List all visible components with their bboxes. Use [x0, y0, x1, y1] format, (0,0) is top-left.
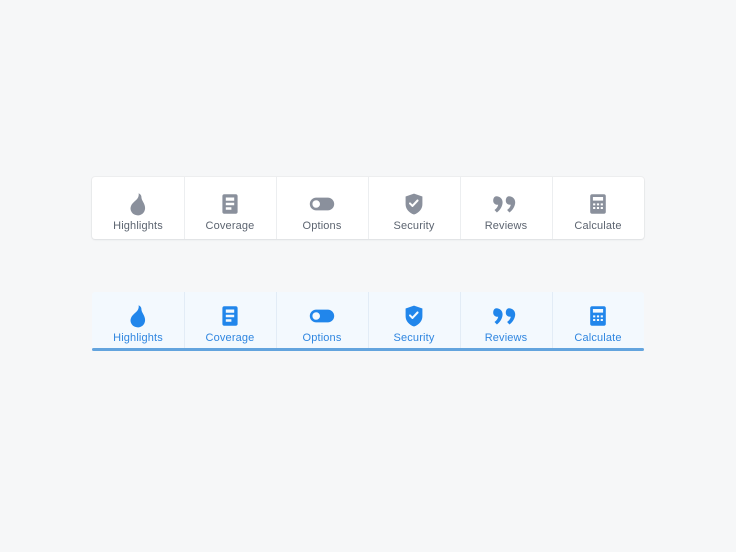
calculator-icon — [587, 189, 609, 219]
quote-marks-icon — [493, 301, 519, 331]
tab-highlights[interactable]: Highlights — [92, 177, 184, 239]
tab-security-active[interactable]: Security — [368, 292, 460, 348]
tab-label: Highlights — [113, 332, 163, 344]
tab-reviews-active[interactable]: Reviews — [460, 292, 552, 348]
toggle-switch-icon — [307, 189, 337, 219]
flame-icon — [127, 189, 149, 219]
tab-label: Calculate — [574, 220, 622, 232]
calculator-icon — [587, 301, 609, 331]
tab-coverage-active[interactable]: Coverage — [184, 292, 276, 348]
tab-label: Options — [302, 220, 342, 232]
toggle-switch-icon — [307, 301, 337, 331]
tab-label: Coverage — [205, 332, 255, 344]
flame-icon — [127, 301, 149, 331]
tab-label: Highlights — [113, 220, 163, 232]
tab-label: Options — [302, 332, 342, 344]
document-lines-icon — [219, 301, 241, 331]
tab-label: Security — [393, 332, 435, 344]
document-lines-icon — [219, 189, 241, 219]
shield-check-icon — [403, 189, 425, 219]
tab-highlights-active[interactable]: Highlights — [92, 292, 184, 348]
tab-calculate[interactable]: Calculate — [552, 177, 644, 239]
tab-label: Reviews — [484, 332, 528, 344]
tab-coverage[interactable]: Coverage — [184, 177, 276, 239]
quote-marks-icon — [493, 189, 519, 219]
tab-options[interactable]: Options — [276, 177, 368, 239]
tab-label: Security — [393, 220, 435, 232]
tab-options-active[interactable]: Options — [276, 292, 368, 348]
tab-label: Coverage — [205, 220, 255, 232]
tab-security[interactable]: Security — [368, 177, 460, 239]
tab-bar-default: Highlights Coverage Options Security Rev… — [92, 177, 644, 239]
tab-label: Calculate — [574, 332, 622, 344]
tab-bar-active: Highlights Coverage Options Security Rev… — [92, 292, 644, 348]
tab-calculate-active[interactable]: Calculate — [552, 292, 644, 348]
active-tab-underline — [92, 348, 644, 351]
tab-label: Reviews — [484, 220, 528, 232]
shield-check-icon — [403, 301, 425, 331]
tab-reviews[interactable]: Reviews — [460, 177, 552, 239]
